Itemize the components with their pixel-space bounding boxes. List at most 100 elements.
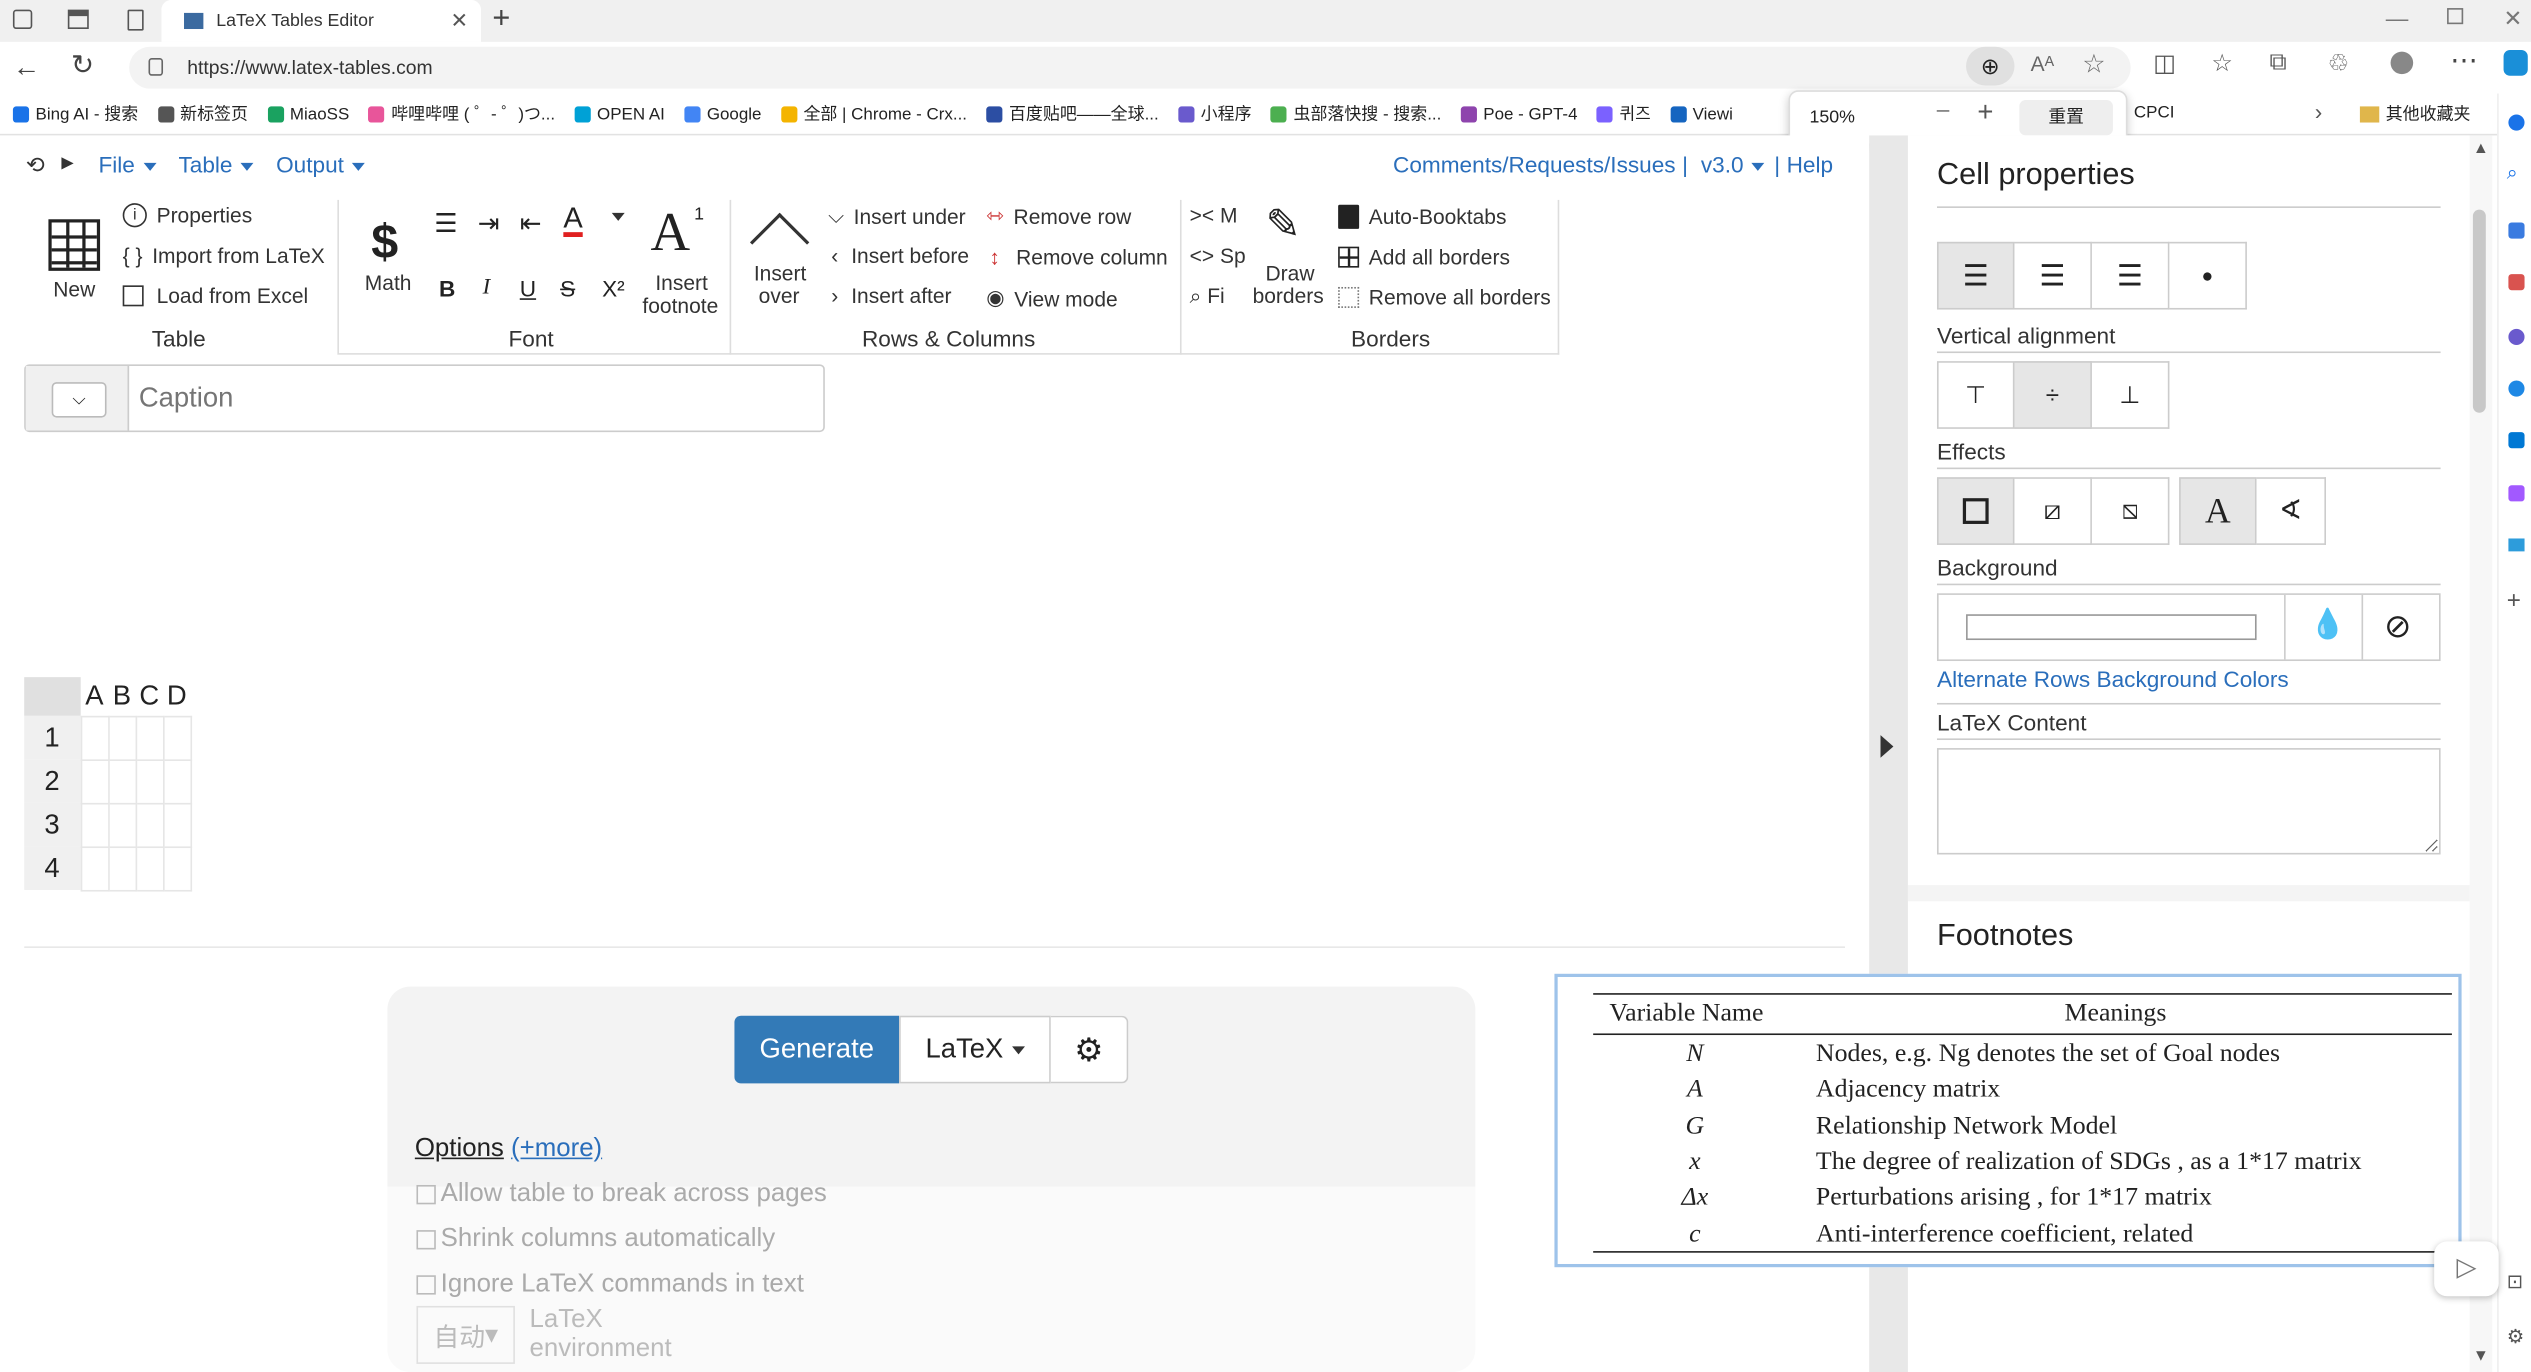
caption-input[interactable]	[138, 375, 785, 421]
text-color-icon[interactable]: A	[563, 203, 583, 237]
bookmark-item[interactable]: Bing AI - 搜索	[12, 102, 138, 126]
more-options-link[interactable]: (+more)	[511, 1135, 602, 1162]
bookmark-cpci[interactable]: CPCI	[2134, 103, 2175, 122]
favorites-icon[interactable]: ☆	[2211, 48, 2233, 77]
row-header-4[interactable]: 4	[24, 846, 81, 890]
superscript-icon[interactable]: X²	[602, 276, 625, 302]
minimize-icon[interactable]: —	[2386, 5, 2409, 31]
diag-up-icon[interactable]: ⧅	[2091, 477, 2170, 545]
valign-middle-icon[interactable]: ÷	[2014, 361, 2092, 429]
send-icon[interactable]	[2508, 538, 2525, 552]
remove-all-borders-button[interactable]: Remove all borders	[1338, 285, 1551, 310]
opt-shrink-columns[interactable]: Shrink columns automatically	[416, 1225, 775, 1254]
send-feedback-icon[interactable]: ▷	[2434, 1241, 2499, 1297]
page-icon[interactable]	[127, 9, 144, 31]
profile-icon[interactable]	[2390, 51, 2414, 75]
text-style-icon[interactable]: A	[2179, 477, 2257, 545]
env-select[interactable]: 自动 ▾	[416, 1305, 515, 1364]
grid-cell[interactable]	[134, 758, 164, 804]
bookmark-item[interactable]: 퀴즈	[1596, 102, 1651, 126]
grid-cell[interactable]	[134, 802, 164, 848]
tab-actions-icon[interactable]	[67, 9, 89, 30]
import-latex-button[interactable]: { } Import from LaTeX	[123, 243, 325, 267]
close-tab-icon[interactable]: ✕	[451, 8, 469, 34]
people-icon[interactable]	[2508, 328, 2525, 346]
bookmarks-overflow-icon[interactable]: ›	[2315, 98, 2323, 124]
add-all-borders-button[interactable]: Add all borders	[1338, 245, 1510, 269]
panel-scrollbar[interactable]	[2469, 135, 2493, 1372]
split-screen-icon[interactable]: ◫	[2153, 48, 2176, 77]
zoom-out-icon[interactable]: −	[1935, 98, 1950, 127]
settings-icon[interactable]: ⚙	[2507, 1325, 2524, 1348]
scrollbar-thumb[interactable]	[2472, 209, 2486, 413]
checkbox[interactable]	[416, 1230, 436, 1250]
bookmark-item[interactable]: 新标签页	[157, 102, 248, 126]
zoom-in-icon[interactable]: +	[1977, 97, 1993, 129]
url-field[interactable]: https://www.latex-tables.com	[129, 46, 2131, 89]
grid-cell[interactable]	[107, 802, 137, 848]
draw-borders-label-2[interactable]: borders	[1253, 284, 1324, 308]
designer-icon[interactable]	[2508, 485, 2525, 502]
close-window-icon[interactable]: ✕	[2504, 5, 2523, 32]
bookmark-item[interactable]: Poe - GPT-4	[1460, 104, 1578, 123]
find-button[interactable]: ⌕ Fi	[1190, 284, 1225, 310]
new-label[interactable]: New	[53, 277, 95, 301]
new-tab-icon[interactable]: +	[492, 2, 510, 37]
strikethrough-icon[interactable]: S	[560, 276, 575, 302]
caption-dropdown[interactable]: ⌵	[51, 382, 107, 418]
footnote-a-icon[interactable]: A	[651, 203, 691, 264]
insert-over-label-2[interactable]: over	[759, 284, 800, 308]
insert-footnote-label-1[interactable]: Insert	[655, 271, 707, 295]
color-drop-icon[interactable]: 💧	[2310, 608, 2346, 642]
zoom-reset-button[interactable]: 重置	[2019, 99, 2113, 136]
pencil-icon[interactable]: ✎	[1266, 200, 1301, 250]
scroll-down-icon[interactable]: ▼	[2473, 1348, 2489, 1366]
underline-icon[interactable]: U	[520, 276, 536, 302]
grid-cell[interactable]	[107, 845, 137, 891]
search-icon[interactable]: ⌕	[2507, 161, 2518, 185]
grid-cell[interactable]	[162, 758, 192, 804]
alternate-rows-link[interactable]: Alternate Rows Background Colors	[1937, 666, 2289, 692]
align-center-icon[interactable]: ☰	[2014, 241, 2092, 310]
insert-footnote-label-2[interactable]: footnote	[642, 293, 718, 317]
latex-content-textarea[interactable]	[1936, 748, 2441, 855]
indent-icon[interactable]: ⇥	[478, 208, 500, 240]
office-icon[interactable]	[2508, 380, 2525, 397]
refresh-icon[interactable]: ↻	[71, 50, 94, 82]
insert-after-button[interactable]: › Insert after	[831, 284, 951, 308]
settings-gear-icon[interactable]: ⚙	[1050, 1015, 1129, 1084]
grid-cell[interactable]	[107, 758, 137, 804]
copilot-icon[interactable]	[2503, 49, 2528, 76]
grid-cell[interactable]	[162, 802, 192, 848]
grid-cell[interactable]	[107, 715, 137, 761]
bookmark-item[interactable]: 虫部落快搜 - 搜索...	[1270, 102, 1441, 126]
bookmark-item[interactable]: OPEN AI	[574, 104, 665, 123]
math-label[interactable]: Math	[365, 271, 412, 295]
valign-top-icon[interactable]: ⊤	[1936, 361, 2015, 429]
grid-cell[interactable]	[162, 845, 192, 891]
chevron-down-icon[interactable]	[611, 212, 625, 221]
column-header-a[interactable]: A	[81, 677, 108, 716]
grid-cell[interactable]	[79, 802, 109, 848]
draw-borders-label-1[interactable]: Draw	[1266, 261, 1315, 285]
generate-button[interactable]: Generate	[734, 1015, 900, 1084]
column-header-c[interactable]: C	[136, 677, 163, 716]
grid-cell[interactable]	[79, 758, 109, 804]
grid-cell[interactable]	[134, 715, 164, 761]
grid-cell[interactable]	[79, 845, 109, 891]
properties-button[interactable]: i Properties	[122, 203, 253, 228]
extensions-icon[interactable]: ♲	[2328, 48, 2350, 77]
insert-under-button[interactable]: ⌵ Insert under	[828, 203, 966, 229]
column-header-d[interactable]: D	[163, 677, 190, 716]
grid-cell[interactable]	[162, 715, 192, 761]
lock-icon[interactable]	[148, 58, 164, 76]
other-favorites[interactable]: 其他收藏夹	[2359, 102, 2470, 126]
load-excel-button[interactable]: Load from Excel	[122, 284, 309, 308]
add-icon[interactable]: +	[2507, 587, 2521, 614]
undo-icon[interactable]: ⟲	[26, 152, 45, 179]
workspaces-icon[interactable]	[12, 9, 33, 30]
remove-row-button[interactable]: ⇿ Remove row	[986, 203, 1131, 229]
restore-icon[interactable]	[2447, 8, 2464, 25]
column-header-b[interactable]: B	[108, 677, 135, 716]
screenshot-icon[interactable]: ⊡	[2507, 1270, 2523, 1293]
